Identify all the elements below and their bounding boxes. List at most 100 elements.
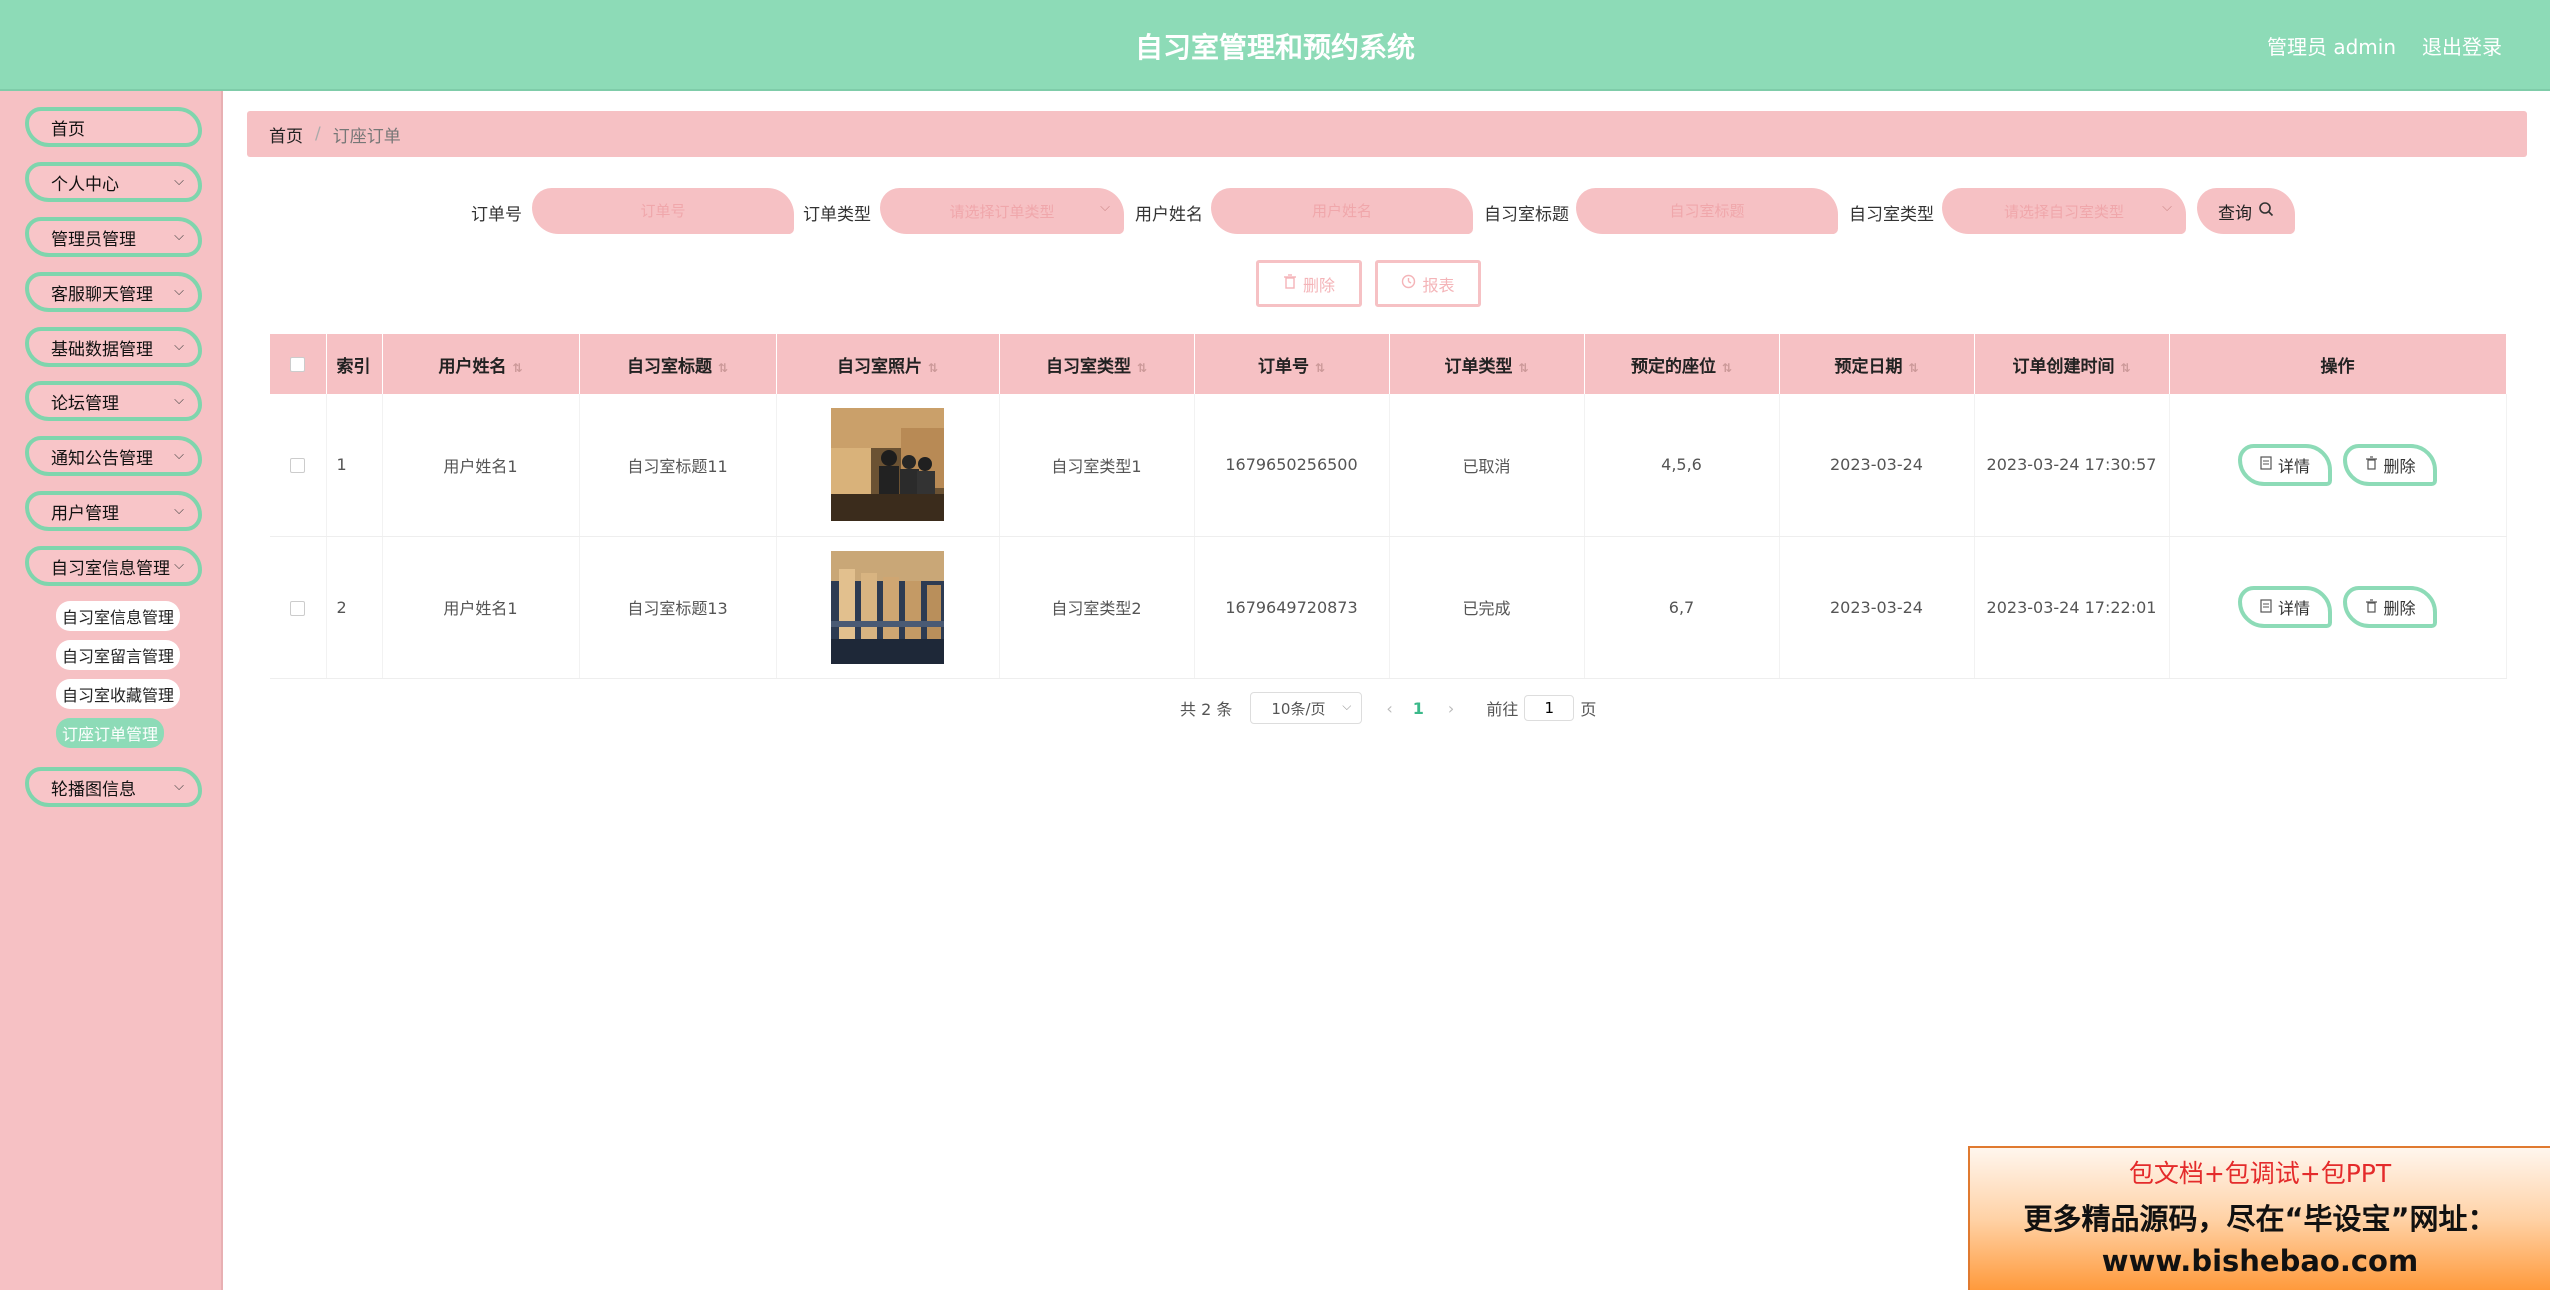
room-title-label: 自习室标题 bbox=[1484, 205, 1569, 225]
table-row: 1 用户姓名1 自习室标题11 自习室类型1 1679650256500 已取消… bbox=[270, 394, 2507, 537]
goto-page-input[interactable] bbox=[1524, 695, 1575, 721]
cell-date: 2023-03-24 bbox=[1779, 394, 1975, 537]
query-button[interactable]: 查询 bbox=[2197, 188, 2295, 234]
table-row: 2 用户姓名1 自习室标题13 自习室类型2 1679649720873 已完成… bbox=[270, 536, 2507, 679]
batch-delete-button[interactable]: 删除 bbox=[1256, 260, 1362, 307]
cell-room-type: 自习室类型2 bbox=[999, 536, 1195, 679]
sidebar-item-basic-data[interactable]: 基础数据管理 ⌵ bbox=[25, 327, 202, 367]
goto-label: 前往 bbox=[1486, 700, 1519, 719]
breadcrumb: 首页 / 订座订单 bbox=[247, 111, 2527, 157]
sidebar-item-users[interactable]: 用户管理 ⌵ bbox=[25, 491, 202, 531]
cell-user-name: 用户姓名1 bbox=[382, 394, 580, 537]
col-order-type[interactable]: 订单类型 ⇅ bbox=[1389, 334, 1585, 394]
report-button[interactable]: 报表 bbox=[1375, 260, 1481, 307]
room-title-input[interactable] bbox=[1576, 188, 1838, 234]
sidebar-item-forum[interactable]: 论坛管理 ⌵ bbox=[25, 381, 202, 421]
col-room-title[interactable]: 自习室标题 ⇅ bbox=[579, 334, 777, 394]
sort-icon[interactable]: ⇅ bbox=[2120, 361, 2130, 375]
col-index: 索引 bbox=[326, 334, 383, 394]
col-actions: 操作 bbox=[2169, 334, 2507, 394]
sidebar-item-admin[interactable]: 管理员管理 ⌵ bbox=[25, 217, 202, 257]
header-right: 管理员 admin 退出登录 bbox=[2267, 31, 2502, 60]
sort-icon[interactable]: ⇅ bbox=[1315, 361, 1325, 375]
user-name-label: 用户姓名 bbox=[1135, 205, 1203, 225]
promo-line-1: 包文档+包调试+包PPT bbox=[2128, 1159, 2392, 1188]
col-room-photo[interactable]: 自习室照片 ⇅ bbox=[776, 334, 1000, 394]
sort-icon[interactable]: ⇅ bbox=[1722, 361, 1732, 375]
room-type-select[interactable]: 请选择自习室类型 ⌵ bbox=[1942, 188, 2186, 234]
select-all-checkbox[interactable] bbox=[290, 356, 306, 372]
trash-icon bbox=[2365, 455, 2378, 474]
page-number-current[interactable]: 1 bbox=[1413, 699, 1424, 718]
chevron-down-icon: ⌵ bbox=[174, 229, 184, 244]
row-select-cell[interactable] bbox=[270, 394, 327, 537]
sidebar-item-home[interactable]: 首页 bbox=[25, 107, 202, 147]
row-checkbox[interactable] bbox=[290, 458, 306, 474]
document-icon bbox=[2260, 598, 2272, 617]
delete-button[interactable]: 删除 bbox=[2343, 443, 2438, 486]
chevron-down-icon: ⌵ bbox=[174, 503, 184, 518]
total-count: 共 2 条 bbox=[1180, 700, 1233, 719]
sidebar-item-carousel[interactable]: 轮播图信息 ⌵ bbox=[25, 767, 202, 807]
breadcrumb-current: 订座订单 bbox=[332, 126, 401, 147]
col-seats[interactable]: 预定的座位 ⇅ bbox=[1584, 334, 1780, 394]
sort-icon[interactable]: ⇅ bbox=[1908, 361, 1918, 375]
search-icon bbox=[2258, 201, 2274, 222]
table-header-row: 索引 用户姓名 ⇅ 自习室标题 ⇅ 自习室照片 ⇅ 自习室类型 ⇅ 订单号 ⇅ 订单类型 ⇅… bbox=[270, 334, 2507, 394]
next-page-icon[interactable]: › bbox=[1448, 699, 1454, 718]
promo-line-2: 更多精品源码，尽在“毕设宝”网址： bbox=[2023, 1202, 2497, 1236]
sort-icon[interactable]: ⇅ bbox=[718, 361, 728, 375]
sidebar-subitem-seat-order[interactable]: 订座订单管理 bbox=[56, 718, 165, 748]
cell-room-type: 自习室类型1 bbox=[999, 394, 1195, 537]
trash-icon bbox=[1283, 274, 1297, 293]
cell-date: 2023-03-24 bbox=[1779, 536, 1975, 679]
col-room-type[interactable]: 自习室类型 ⇅ bbox=[999, 334, 1195, 394]
detail-button[interactable]: 详情 bbox=[2237, 586, 2332, 628]
row-select-cell[interactable] bbox=[270, 536, 327, 679]
sort-icon[interactable]: ⇅ bbox=[1137, 361, 1147, 375]
user-name-input[interactable] bbox=[1211, 188, 1473, 234]
detail-button[interactable]: 详情 bbox=[2237, 443, 2332, 486]
delete-button[interactable]: 删除 bbox=[2343, 586, 2438, 628]
col-user-name[interactable]: 用户姓名 ⇅ bbox=[382, 334, 580, 394]
chevron-down-icon: ⌵ bbox=[1342, 699, 1352, 713]
current-user: 管理员 admin bbox=[2266, 35, 2396, 59]
chevron-down-icon: ⌵ bbox=[1100, 200, 1110, 215]
sidebar-subitem-room-favorite[interactable]: 自习室收藏管理 bbox=[56, 679, 181, 709]
logout-link[interactable]: 退出登录 bbox=[2422, 31, 2502, 60]
col-order-no[interactable]: 订单号 ⇅ bbox=[1194, 334, 1390, 394]
chevron-down-icon: ⌵ bbox=[174, 448, 184, 463]
row-checkbox[interactable] bbox=[290, 600, 306, 616]
prev-page-icon[interactable]: ‹ bbox=[1386, 699, 1392, 718]
chevron-down-icon: ⌵ bbox=[174, 393, 184, 408]
sort-icon[interactable]: ⇅ bbox=[1518, 361, 1528, 375]
order-type-label: 订单类型 bbox=[803, 205, 871, 225]
cell-index: 2 bbox=[326, 536, 383, 679]
orders-table: 索引 用户姓名 ⇅ 自习室标题 ⇅ 自习室照片 ⇅ 自习室类型 ⇅ 订单号 ⇅ 订单类型 ⇅… bbox=[270, 334, 2507, 679]
sidebar: 首页 个人中心 ⌵ 管理员管理 ⌵ 客服聊天管理 ⌵ 基础数据管理 ⌵ 论坛管理 ⌵ 通知… bbox=[0, 91, 223, 1290]
select-all-cell[interactable] bbox=[270, 334, 327, 394]
cell-index: 1 bbox=[326, 394, 383, 537]
sidebar-item-personal-center[interactable]: 个人中心 ⌵ bbox=[25, 162, 202, 202]
sidebar-subitem-room-info[interactable]: 自习室信息管理 bbox=[56, 601, 181, 631]
breadcrumb-home[interactable]: 首页 bbox=[269, 122, 303, 147]
sidebar-subitem-room-message[interactable]: 自习室留言管理 bbox=[56, 640, 181, 670]
order-type-select[interactable]: 请选择订单类型 ⌵ bbox=[880, 188, 1124, 234]
chevron-down-icon: ⌵ bbox=[2162, 200, 2172, 215]
page-size-select[interactable]: 10条/页 ⌵ bbox=[1250, 692, 1363, 724]
clock-icon bbox=[1401, 274, 1416, 293]
sort-icon[interactable]: ⇅ bbox=[512, 361, 522, 375]
sidebar-item-notice[interactable]: 通知公告管理 ⌵ bbox=[25, 436, 202, 476]
order-no-input[interactable] bbox=[532, 188, 794, 234]
room-photo[interactable] bbox=[831, 408, 944, 522]
cell-room-title: 自习室标题13 bbox=[579, 536, 777, 679]
col-date[interactable]: 预定日期 ⇅ bbox=[1779, 334, 1975, 394]
sidebar-item-chat[interactable]: 客服聊天管理 ⌵ bbox=[25, 272, 202, 312]
col-created[interactable]: 订单创建时间 ⇅ bbox=[1974, 334, 2170, 394]
breadcrumb-separator: / bbox=[315, 124, 321, 144]
room-photo[interactable] bbox=[831, 550, 944, 664]
sidebar-item-room-info[interactable]: 自习室信息管理 ⌵ bbox=[25, 546, 202, 586]
cell-created: 2023-03-24 17:30:57 bbox=[1974, 394, 2170, 537]
chevron-down-icon: ⌵ bbox=[174, 779, 184, 794]
sort-icon[interactable]: ⇅ bbox=[928, 361, 938, 375]
